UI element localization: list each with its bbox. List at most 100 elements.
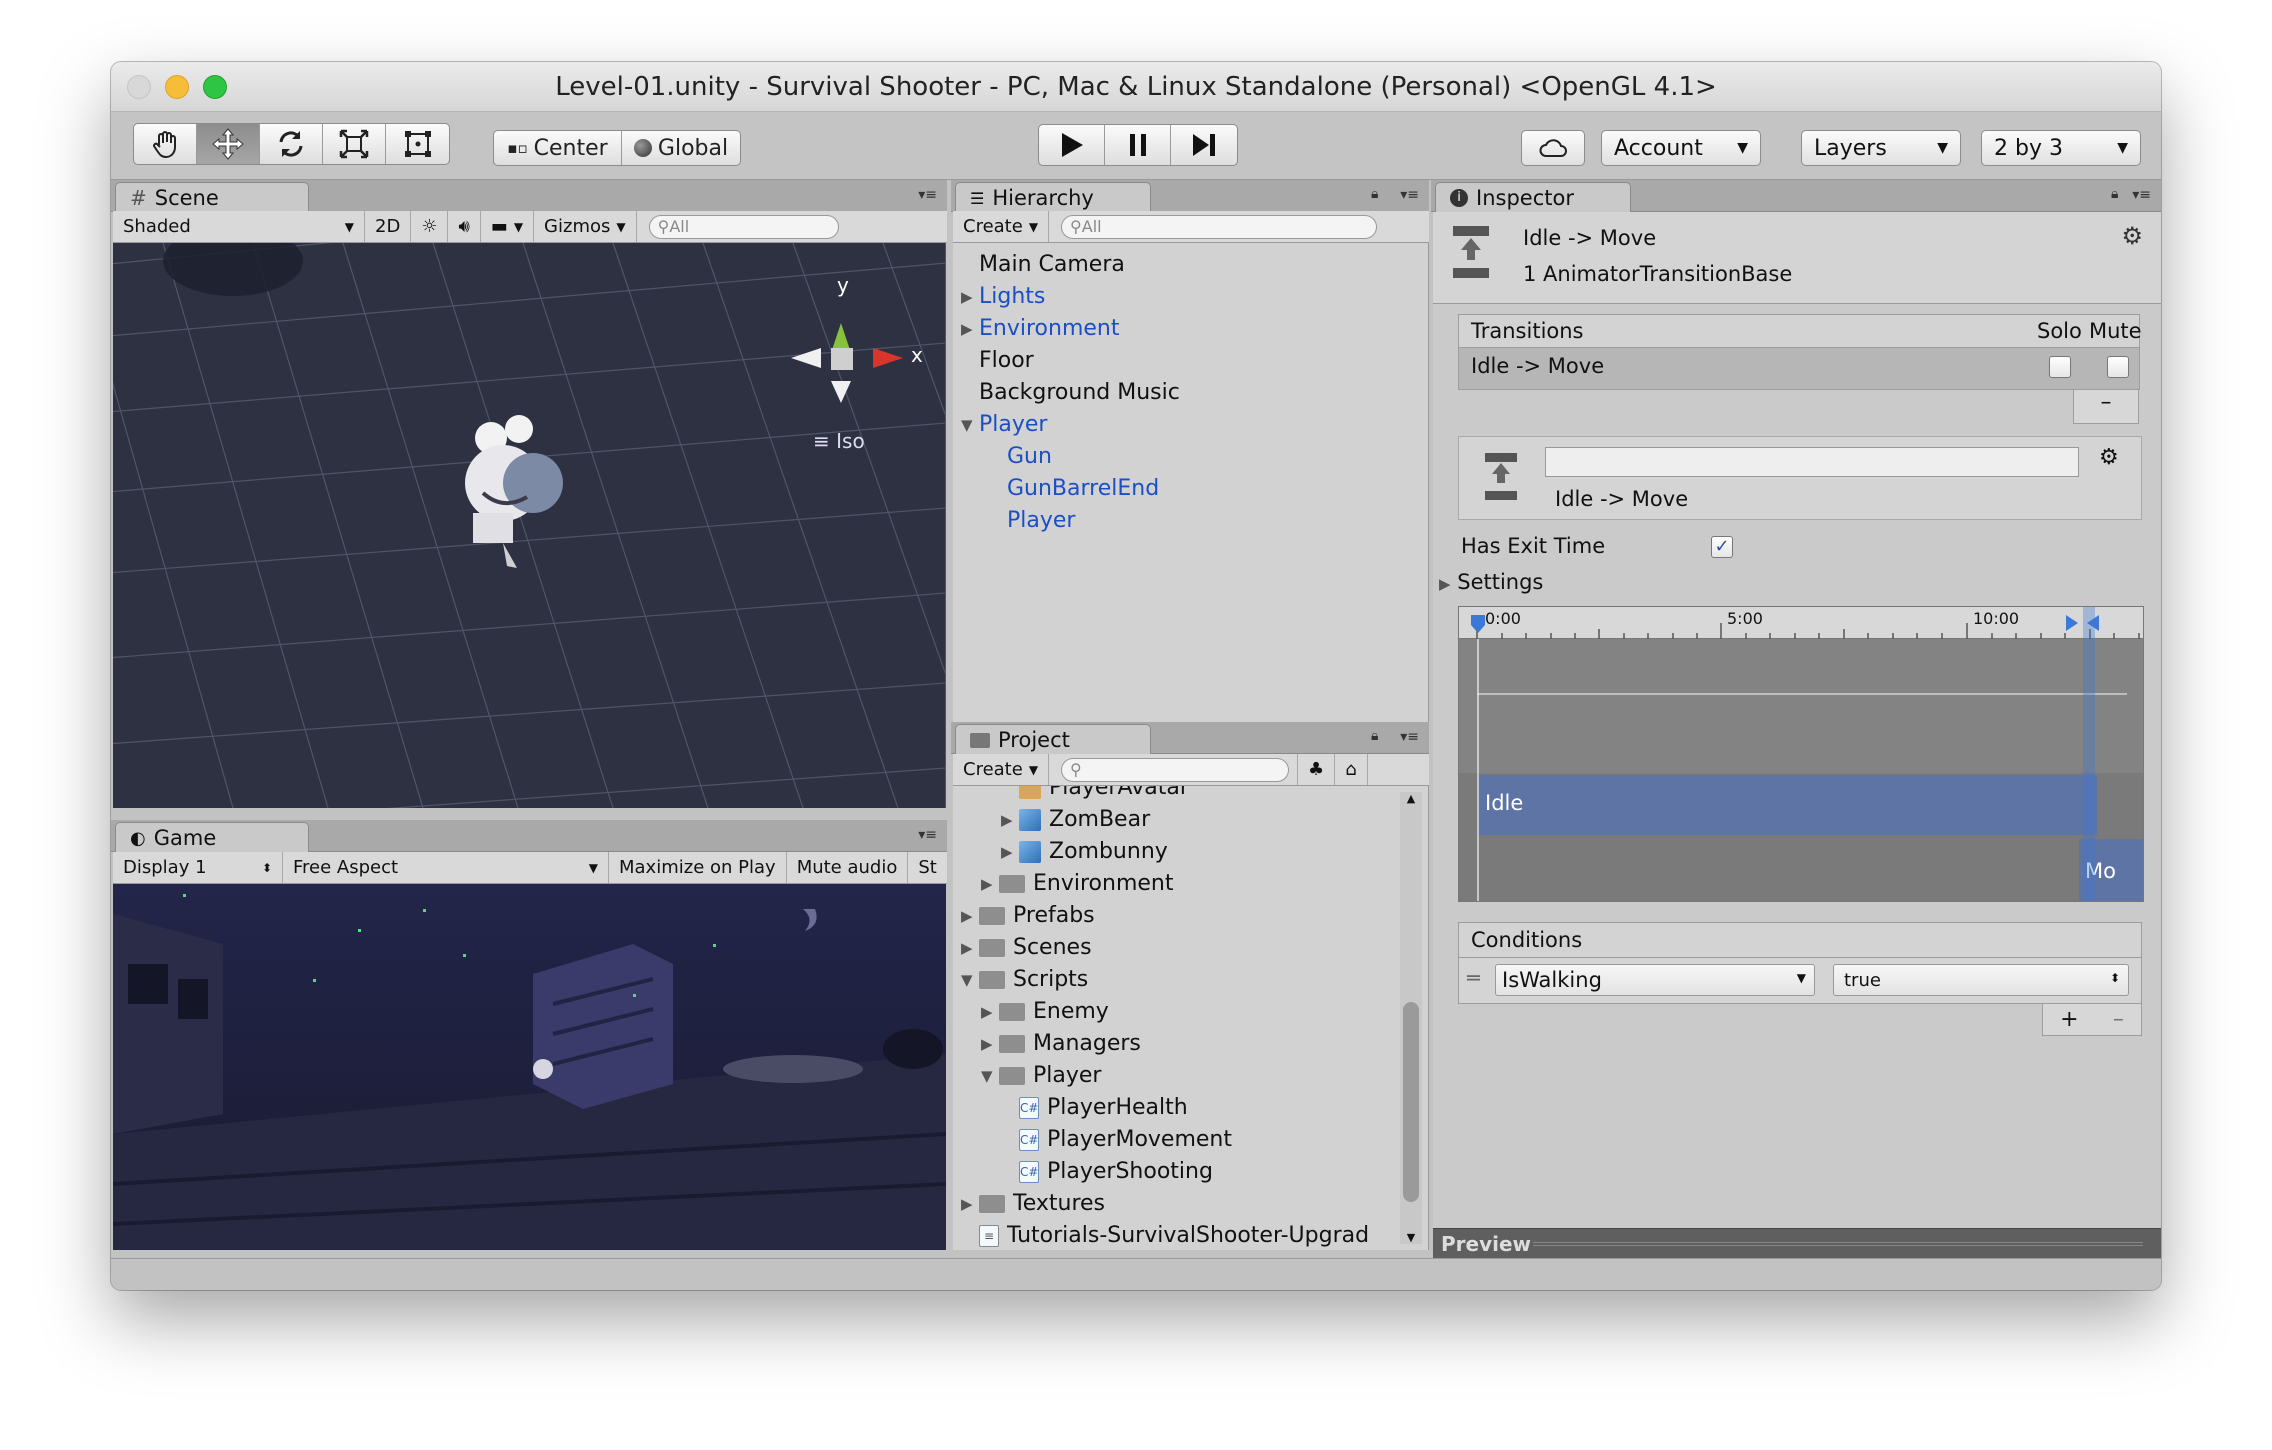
pivot-rotation-button[interactable]: Global [622, 131, 740, 165]
pause-button[interactable] [1105, 125, 1171, 165]
condition-parameter-dropdown[interactable]: IsWalking ▼ [1495, 964, 1815, 996]
project-item[interactable]: ▶ Managers [961, 1028, 1369, 1060]
triangle-down-icon[interactable]: ▼ [961, 409, 979, 441]
scene-effects-dropdown[interactable]: ▬ ▼ [481, 211, 535, 242]
project-item[interactable]: ▶ Textures [961, 1188, 1369, 1220]
lock-icon[interactable]: 🔒︎ [2111, 186, 2118, 202]
settings-gear-icon[interactable]: ⚙ [2099, 445, 2119, 470]
panel-menu-icon[interactable]: ▾≡ [1400, 187, 1419, 203]
panel-menu-icon[interactable]: ▾≡ [918, 187, 937, 203]
project-item[interactable]: ▶ Zombunny [961, 836, 1369, 868]
settings-gear-icon[interactable]: ⚙ [2121, 222, 2143, 250]
account-dropdown[interactable]: Account ▼ [1601, 130, 1761, 166]
stats-toggle[interactable]: St [908, 852, 946, 883]
triangle-right-icon[interactable]: ▶ [981, 1028, 999, 1060]
scene-lighting-toggle[interactable]: ☼ [411, 211, 449, 242]
triangle-right-icon[interactable]: ▶ [961, 313, 979, 345]
scroll-down-icon[interactable]: ▼ [1400, 1231, 1422, 1244]
lock-icon[interactable]: 🔒︎ [1371, 186, 1378, 202]
move-tool-button[interactable] [197, 124, 260, 164]
preview-bar[interactable]: Preview [1433, 1228, 2161, 1258]
project-item[interactable]: C# PlayerShooting [961, 1156, 1369, 1188]
search-by-label-button[interactable]: ⌂ [1335, 754, 1368, 785]
triangle-down-icon[interactable]: ▼ [961, 964, 979, 996]
project-item[interactable]: ▶ Environment [961, 868, 1369, 900]
maximize-on-play-toggle[interactable]: Maximize on Play [609, 852, 787, 883]
panel-menu-icon[interactable]: ▾≡ [918, 827, 937, 843]
hierarchy-item[interactable]: Floor [961, 345, 1180, 377]
transition-timeline[interactable]: 0:00 5:00 10:00 Idle Mo [1458, 606, 2144, 902]
panel-menu-icon[interactable]: ▾≡ [1400, 729, 1419, 745]
projection-label[interactable]: ≡ Iso [813, 429, 865, 453]
lock-icon[interactable]: 🔒︎ [1371, 728, 1378, 744]
rotate-tool-button[interactable] [260, 124, 323, 164]
project-item[interactable]: ▶ Enemy [961, 996, 1369, 1028]
hierarchy-search-input[interactable]: ⚲ All [1061, 214, 1378, 239]
triangle-down-icon[interactable]: ▼ [981, 1060, 999, 1092]
solo-checkbox[interactable] [2049, 356, 2071, 378]
drag-handle-icon[interactable]: ═ [1467, 966, 1480, 990]
tab-game[interactable]: ◐ Game [115, 822, 309, 853]
project-scrollbar-thumb[interactable] [1403, 1002, 1419, 1202]
project-search-input[interactable]: ⚲ [1061, 757, 1290, 782]
layers-dropdown[interactable]: Layers ▼ [1801, 130, 1961, 166]
tab-hierarchy[interactable]: ☰ Hierarchy [955, 182, 1151, 213]
project-item[interactable]: C# PlayerMovement [961, 1124, 1369, 1156]
project-item[interactable]: ≡ Tutorials-SurvivalShooter-Upgrad [961, 1220, 1369, 1250]
triangle-right-icon[interactable]: ▶ [1001, 836, 1019, 868]
transition-name-input[interactable] [1545, 447, 2079, 477]
tab-scene[interactable]: # Scene [115, 182, 309, 213]
project-item[interactable]: ▼ Player [961, 1060, 1369, 1092]
hand-tool-button[interactable] [134, 124, 197, 164]
step-button[interactable] [1171, 125, 1237, 165]
search-by-type-button[interactable]: ♣ [1297, 754, 1336, 785]
remove-transition-button[interactable]: – [2073, 390, 2139, 424]
shading-mode-dropdown[interactable]: Shaded ▼ [113, 211, 365, 242]
scroll-up-icon[interactable]: ▲ [1400, 792, 1422, 805]
collab-cloud-button[interactable] [1521, 130, 1585, 166]
project-item[interactable]: ▶ Scenes [961, 932, 1369, 964]
timeline-state-idle[interactable]: Idle [1477, 775, 2097, 835]
game-viewport[interactable] [113, 884, 946, 1250]
tab-project[interactable]: Project [955, 724, 1151, 755]
display-dropdown[interactable]: Display 1 ⬍ [113, 852, 283, 883]
settings-foldout[interactable]: ▶ Settings [1439, 570, 1543, 594]
scale-tool-button[interactable] [323, 124, 386, 164]
mute-checkbox[interactable] [2107, 356, 2129, 378]
rect-tool-button[interactable] [386, 124, 449, 164]
triangle-right-icon[interactable]: ▶ [1001, 804, 1019, 836]
scene-search-input[interactable]: ⚲ All [648, 214, 839, 239]
triangle-right-icon[interactable]: ▶ [961, 900, 979, 932]
hierarchy-create-dropdown[interactable]: Create ▼ [953, 211, 1050, 242]
hierarchy-item[interactable]: Main Camera [961, 249, 1180, 281]
triangle-right-icon[interactable]: ▶ [961, 1188, 979, 1220]
remove-condition-button[interactable]: – [2113, 1007, 2124, 1032]
triangle-right-icon[interactable]: ▶ [981, 868, 999, 900]
hierarchy-item[interactable]: GunBarrelEnd [961, 473, 1180, 505]
gizmos-dropdown[interactable]: Gizmos ▼ [534, 211, 637, 242]
project-item[interactable]: ▶ Prefabs [961, 900, 1369, 932]
2d-toggle[interactable]: 2D [365, 211, 412, 242]
hierarchy-item[interactable]: Gun [961, 441, 1180, 473]
project-item[interactable]: ▼ Scripts [961, 964, 1369, 996]
layout-dropdown[interactable]: 2 by 3 ▼ [1981, 130, 2141, 166]
triangle-right-icon[interactable]: ▶ [981, 996, 999, 1028]
scene-audio-toggle[interactable]: 🔊︎ [448, 211, 481, 242]
hierarchy-item[interactable]: ▶ Lights [961, 281, 1180, 313]
panel-menu-icon[interactable]: ▾≡ [2132, 187, 2151, 203]
preview-drag-handle[interactable] [1533, 1242, 2143, 1246]
triangle-right-icon[interactable]: ▶ [961, 281, 979, 313]
play-button[interactable] [1039, 125, 1105, 165]
scene-viewport[interactable]: y x ≡ Iso [113, 243, 946, 808]
add-condition-button[interactable]: + [2060, 1007, 2078, 1032]
project-item[interactable]: ▶ ZomBear [961, 804, 1369, 836]
hierarchy-item[interactable]: ▼ Player [961, 409, 1180, 441]
has-exit-time-checkbox[interactable]: ✓ [1711, 536, 1733, 558]
condition-value-dropdown[interactable]: true ⬍ [1833, 964, 2129, 996]
mute-audio-toggle[interactable]: Mute audio [787, 852, 909, 883]
hierarchy-item[interactable]: ▶ Environment [961, 313, 1180, 345]
pivot-mode-button[interactable]: ▪▫ Center [494, 131, 622, 165]
project-create-dropdown[interactable]: Create ▼ [953, 754, 1050, 785]
hierarchy-item[interactable]: Background Music [961, 377, 1180, 409]
transition-list-row[interactable]: Idle -> Move [1458, 348, 2140, 390]
